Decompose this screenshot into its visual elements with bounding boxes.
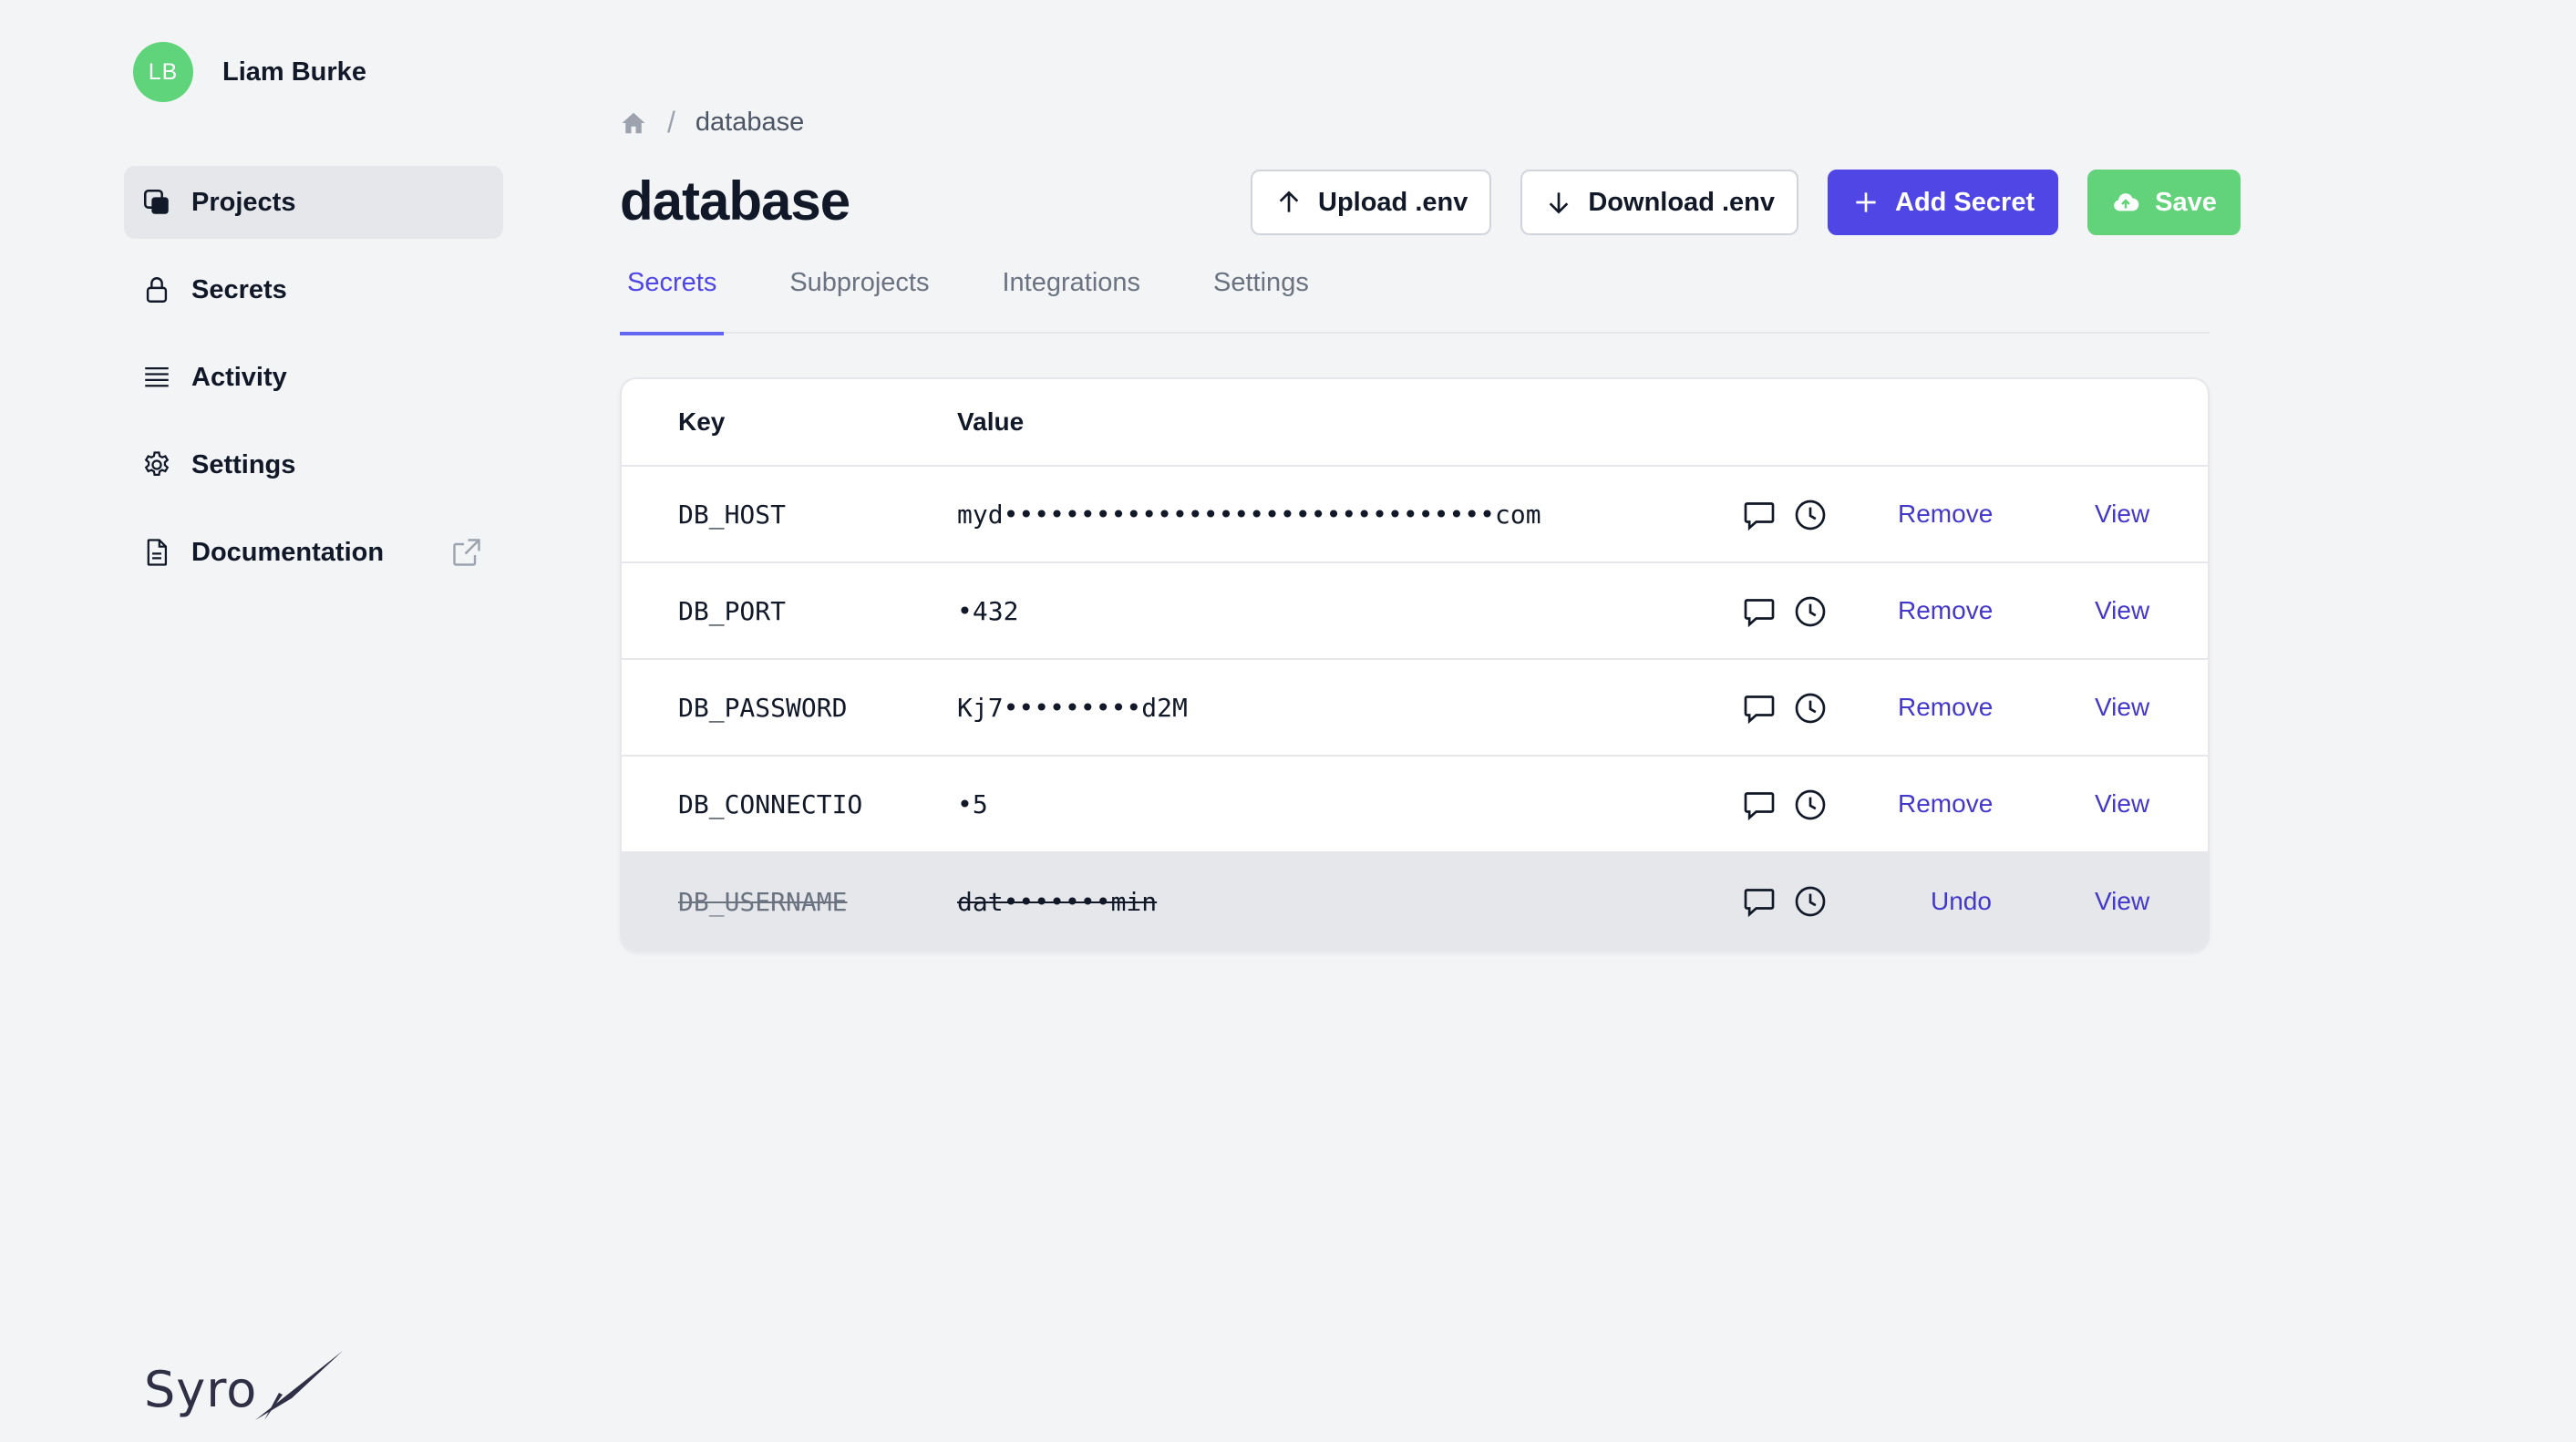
table-header: Key Value xyxy=(622,379,2208,467)
secret-key: DB_USERNAME xyxy=(678,886,848,917)
user-name: Liam Burke xyxy=(222,57,366,87)
gear-icon xyxy=(140,448,173,481)
sidebar-item-label: Projects xyxy=(191,187,296,217)
column-header-key: Key xyxy=(678,407,726,436)
view-button[interactable]: View xyxy=(2095,887,2149,916)
table-row: DB_CONNECTIO •5 Remove View xyxy=(622,757,2208,853)
remove-button[interactable]: Remove xyxy=(1898,596,1993,625)
sidebar-item-projects[interactable]: Projects xyxy=(124,166,503,239)
secret-value: Kj7•••••••••d2M xyxy=(957,692,1188,723)
comment-icon[interactable] xyxy=(1741,883,1777,920)
secret-value: myd••••••••••••••••••••••••••••••••com xyxy=(957,499,1541,530)
tab-bar: Secrets Subprojects Integrations Setting… xyxy=(620,261,2210,335)
add-secret-label: Add Secret xyxy=(1895,187,2035,217)
sidebar-item-label: Secrets xyxy=(191,274,287,304)
sidebar-item-documentation[interactable]: Documentation xyxy=(124,516,503,589)
tab-integrations[interactable]: Integrations xyxy=(994,261,1148,334)
external-link-icon xyxy=(450,536,483,569)
table-row: DB_USERNAME dat•••••••min Undo View xyxy=(622,853,2208,950)
comment-icon[interactable] xyxy=(1741,593,1777,630)
tab-secrets[interactable]: Secrets xyxy=(620,261,725,335)
table-row: DB_HOST myd•••••••••••••••••••••••••••••… xyxy=(622,467,2208,563)
history-icon[interactable] xyxy=(1792,787,1829,823)
column-header-value: Value xyxy=(957,407,1025,436)
view-button[interactable]: View xyxy=(2095,500,2149,529)
sidebar-item-label: Settings xyxy=(191,449,296,479)
undo-button[interactable]: Undo xyxy=(1931,887,1992,916)
page-title: database xyxy=(620,170,850,232)
view-button[interactable]: View xyxy=(2095,789,2149,819)
breadcrumb-current[interactable]: database xyxy=(696,108,804,138)
history-icon[interactable] xyxy=(1792,497,1829,533)
add-secret-button[interactable]: Add Secret xyxy=(1828,170,2059,235)
secret-value: •432 xyxy=(957,595,1019,626)
arrow-down-icon xyxy=(1550,192,1569,214)
secret-value: •5 xyxy=(957,788,988,819)
download-env-label: Download .env xyxy=(1588,187,1775,217)
secret-value: dat•••••••min xyxy=(957,886,1158,917)
tab-subprojects[interactable]: Subprojects xyxy=(782,261,936,334)
lock-icon xyxy=(140,273,173,306)
plus-icon xyxy=(1856,192,1876,212)
logo-text: Syro xyxy=(144,1361,258,1418)
secret-key: DB_HOST xyxy=(678,499,787,530)
user-profile[interactable]: LB Liam Burke xyxy=(133,42,366,102)
view-button[interactable]: View xyxy=(2095,596,2149,625)
sidebar-item-label: Activity xyxy=(191,362,287,392)
view-button[interactable]: View xyxy=(2095,693,2149,722)
cloud-upload-icon xyxy=(2114,193,2139,211)
history-icon[interactable] xyxy=(1792,593,1829,630)
remove-button[interactable]: Remove xyxy=(1898,693,1993,722)
breadcrumb-separator: / xyxy=(667,106,675,139)
sidebar-item-label: Documentation xyxy=(191,537,385,567)
document-icon xyxy=(140,536,173,569)
home-icon[interactable] xyxy=(620,109,647,137)
toolbar: Upload .env Download .env Add Secret Sav… xyxy=(1251,170,2241,235)
breadcrumb: / database xyxy=(620,106,804,139)
save-button[interactable]: Save xyxy=(2087,170,2241,235)
comment-icon[interactable] xyxy=(1741,787,1777,823)
logo-mark-icon xyxy=(255,1351,344,1420)
secret-key: DB_CONNECTIO xyxy=(678,788,863,819)
secret-key: DB_PORT xyxy=(678,595,787,626)
remove-button[interactable]: Remove xyxy=(1898,500,1993,529)
sidebar-item-settings[interactable]: Settings xyxy=(124,428,503,501)
projects-icon xyxy=(140,186,173,219)
sidebar-nav: Projects Secrets Activity Settings Docum… xyxy=(124,166,503,603)
arrow-up-icon xyxy=(1279,191,1299,212)
sidebar-item-secrets[interactable]: Secrets xyxy=(124,253,503,326)
remove-button[interactable]: Remove xyxy=(1898,789,1993,819)
secrets-table: Key Value DB_HOST myd•••••••••••••••••••… xyxy=(620,377,2210,952)
avatar: LB xyxy=(133,42,193,102)
syro-logo: Syro xyxy=(144,1347,346,1420)
save-label: Save xyxy=(2155,187,2217,217)
comment-icon[interactable] xyxy=(1741,497,1777,533)
download-env-button[interactable]: Download .env xyxy=(1520,170,1798,235)
history-icon[interactable] xyxy=(1792,883,1829,920)
secret-key: DB_PASSWORD xyxy=(678,692,848,723)
table-row: DB_PASSWORD Kj7•••••••••d2M Remove View xyxy=(622,660,2208,757)
tab-settings[interactable]: Settings xyxy=(1206,261,1316,334)
history-icon[interactable] xyxy=(1792,690,1829,726)
upload-env-button[interactable]: Upload .env xyxy=(1251,170,1492,235)
list-icon xyxy=(140,361,173,394)
sidebar-item-activity[interactable]: Activity xyxy=(124,341,503,414)
comment-icon[interactable] xyxy=(1741,690,1777,726)
table-row: DB_PORT •432 Remove View xyxy=(622,563,2208,660)
upload-env-label: Upload .env xyxy=(1318,187,1468,217)
